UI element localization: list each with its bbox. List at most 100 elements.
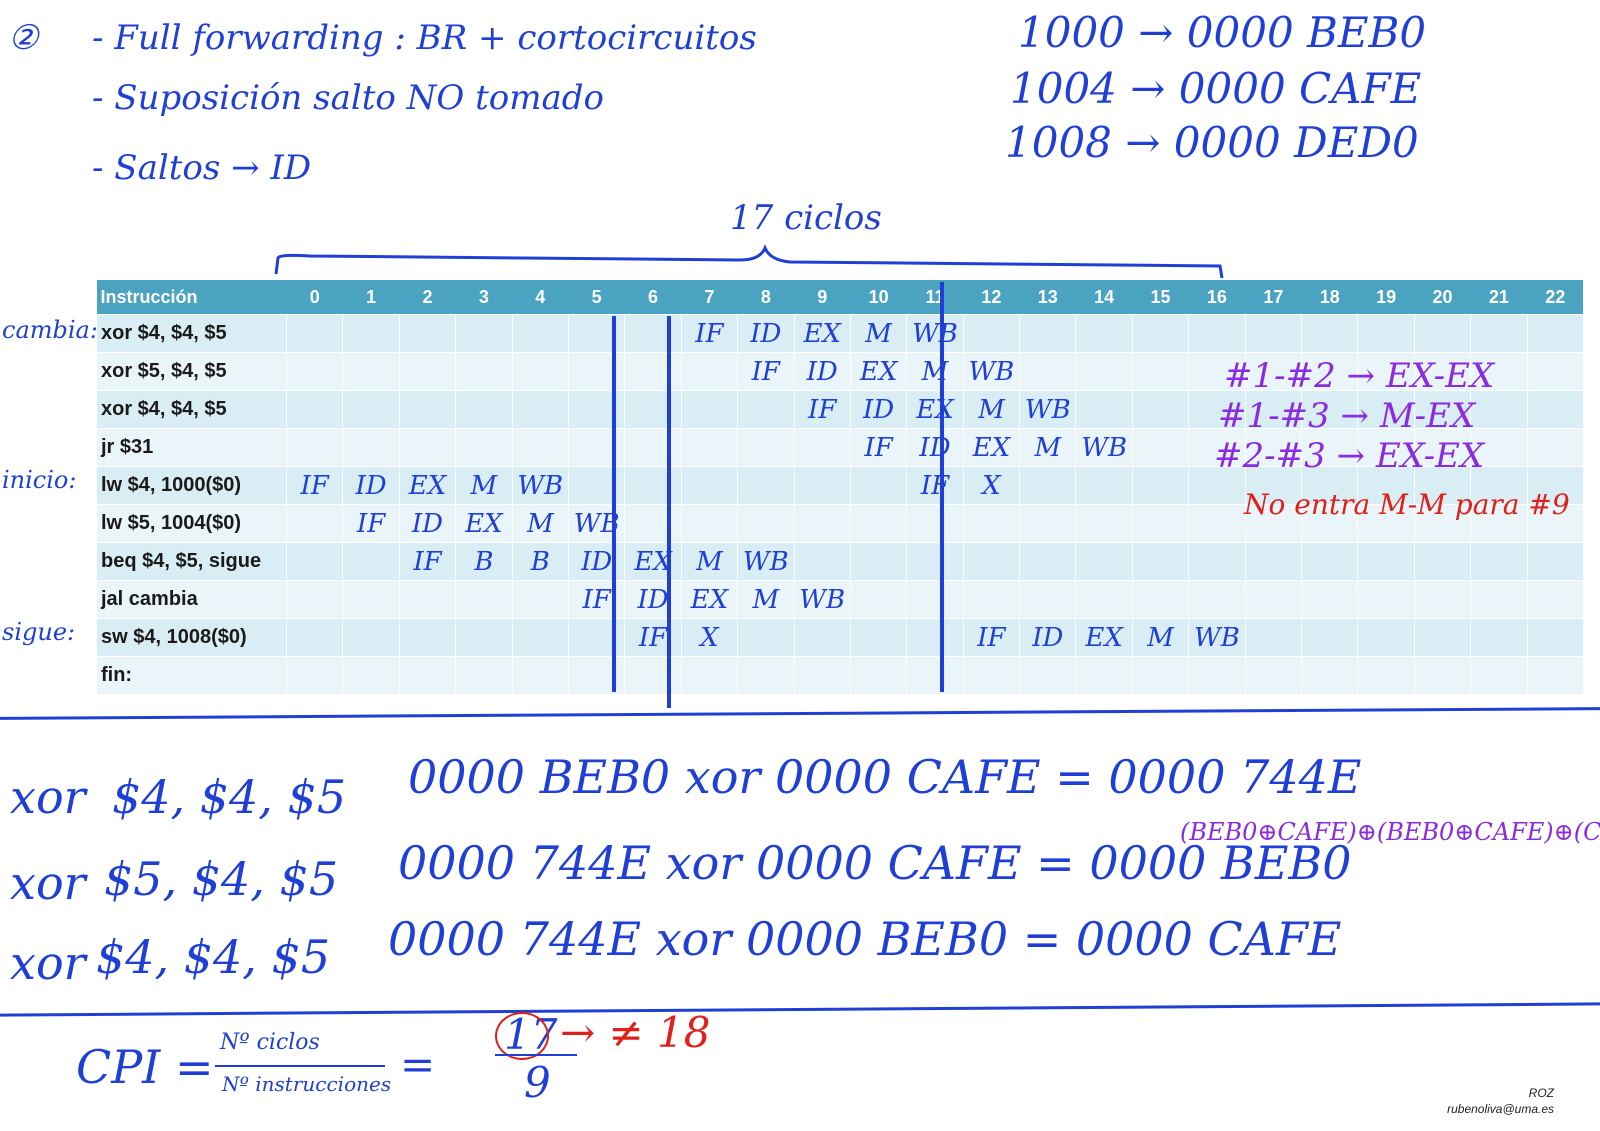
- stage-label: IF: [300, 470, 329, 501]
- instruction-cell: jal cambia: [96, 580, 287, 619]
- stage-cell: X: [680, 618, 739, 657]
- stage-cell: [342, 352, 400, 391]
- stage-cell: [285, 428, 344, 467]
- stage-cell: [962, 542, 1021, 581]
- cpi-equals: =: [400, 1040, 436, 1089]
- stage-cell: [962, 580, 1021, 619]
- stage-cell: [1526, 352, 1584, 391]
- stage-cell: [511, 656, 569, 695]
- stage-cell: [1301, 656, 1359, 695]
- stage-cell: [1131, 390, 1190, 429]
- stage-cell: [1075, 390, 1133, 429]
- cycle-header: 8: [737, 280, 795, 315]
- stage-cell: [511, 352, 569, 391]
- stage-cell: [1244, 618, 1303, 657]
- stage-label: IF: [695, 318, 724, 349]
- stage-cell: M: [680, 542, 739, 581]
- stage-cell: [1244, 580, 1303, 619]
- stage-cell: [1357, 618, 1415, 657]
- stage-cell: [624, 314, 682, 353]
- stage-cell: [455, 314, 513, 353]
- cycle-header: 5: [568, 280, 625, 315]
- label-inicio: inicio:: [2, 466, 77, 494]
- stage-cell: [1019, 352, 1077, 391]
- footer-email: rubenoliva@uma.es: [1447, 1102, 1554, 1116]
- xor-line-1-op: xor: [10, 770, 86, 824]
- label-cambia: cambia:: [2, 316, 98, 344]
- stage-cell: [1357, 314, 1415, 353]
- note-jumps: - Saltos → ID: [92, 148, 312, 188]
- stage-label: M: [696, 546, 723, 577]
- instruction-cell: xor $4, $4, $5: [96, 390, 287, 429]
- stage-cell: [1075, 352, 1133, 391]
- cycle-header: 13: [1019, 280, 1076, 315]
- stage-cell: [1526, 656, 1584, 695]
- stage-cell: [1413, 314, 1472, 353]
- stage-cell: [511, 428, 569, 467]
- stage-cell: [455, 656, 513, 695]
- stage-cell: [1301, 580, 1359, 619]
- stage-cell: IF: [680, 314, 739, 353]
- pipeline-row: jal cambia IF ID EX M WB: [96, 580, 1584, 619]
- stage-cell: [511, 390, 569, 429]
- stage-label: ID: [919, 432, 951, 463]
- stage-label: ID: [1032, 622, 1064, 653]
- stage-cell: [285, 314, 344, 353]
- stage-cell: [1131, 504, 1190, 543]
- divider-cycle-7: [667, 316, 671, 708]
- stage-cell: [737, 428, 795, 467]
- stage-cell: IF: [793, 390, 851, 429]
- stage-label: M: [978, 394, 1005, 425]
- stage-cell: WB: [1075, 428, 1133, 467]
- stage-label: ID: [863, 394, 895, 425]
- stage-cell: [1244, 314, 1303, 353]
- stage-label: WB: [517, 470, 564, 501]
- pipeline-row: beq $4, $5, sigue IF B B ID EX M WB: [96, 542, 1584, 581]
- cycle-header: 0: [286, 280, 343, 315]
- stage-cell: B: [511, 542, 569, 581]
- stage-cell: [1019, 466, 1077, 505]
- stage-cell: [680, 352, 739, 391]
- cycle-header: 2: [399, 280, 456, 315]
- stage-cell: [1470, 314, 1528, 353]
- stage-label: WB: [742, 546, 789, 577]
- stage-label: IF: [356, 508, 386, 539]
- stage-label: ID: [355, 470, 387, 501]
- stage-cell: [567, 618, 626, 657]
- stage-cell: M: [1019, 428, 1077, 467]
- forwarding-note-3: #2-#3 → EX-EX: [1214, 436, 1485, 476]
- stage-cell: [1188, 542, 1246, 581]
- stage-label: ID: [581, 546, 613, 577]
- stage-cell: [285, 504, 344, 543]
- stage-cell: [1301, 314, 1359, 353]
- stage-label: X: [982, 470, 1001, 501]
- stage-label: EX: [972, 432, 1011, 463]
- stage-cell: M: [455, 466, 513, 505]
- stage-cell: [1131, 314, 1190, 353]
- stage-cell: ID: [737, 314, 795, 353]
- xor-line-1-calc: 0000 BEB0 xor 0000 CAFE = 0000 744E: [408, 750, 1362, 804]
- stage-cell: ID: [398, 504, 457, 543]
- pipeline-row: sw $4, 1008($0) IF X IF ID EX M WB: [96, 618, 1584, 657]
- stage-cell: [1470, 656, 1528, 695]
- stage-cell: IF: [849, 428, 908, 467]
- stage-cell: [849, 466, 908, 505]
- stage-cell: [455, 580, 513, 619]
- memory-line-1000: 1000 → 0000 BEB0: [1018, 8, 1427, 57]
- stage-cell: [1075, 504, 1133, 543]
- stage-cell: [793, 656, 851, 695]
- stage-label: EX: [859, 356, 898, 387]
- stage-cell: IF: [906, 466, 964, 505]
- stage-cell: IF: [737, 352, 795, 391]
- stage-cell: ID: [849, 390, 908, 429]
- stage-cell: [455, 618, 513, 657]
- xor-line-2-op: xor: [10, 856, 86, 910]
- cycle-header: 17: [1245, 280, 1302, 315]
- xor-line-1-regs: $4, $4, $5: [112, 770, 347, 824]
- stage-cell: [342, 580, 400, 619]
- cycle-header: 16: [1188, 280, 1246, 315]
- stage-cell: [1470, 580, 1528, 619]
- cpi-fraction-bar: [215, 1065, 385, 1067]
- stage-cell: EX: [624, 542, 682, 581]
- stage-cell: X: [962, 466, 1021, 505]
